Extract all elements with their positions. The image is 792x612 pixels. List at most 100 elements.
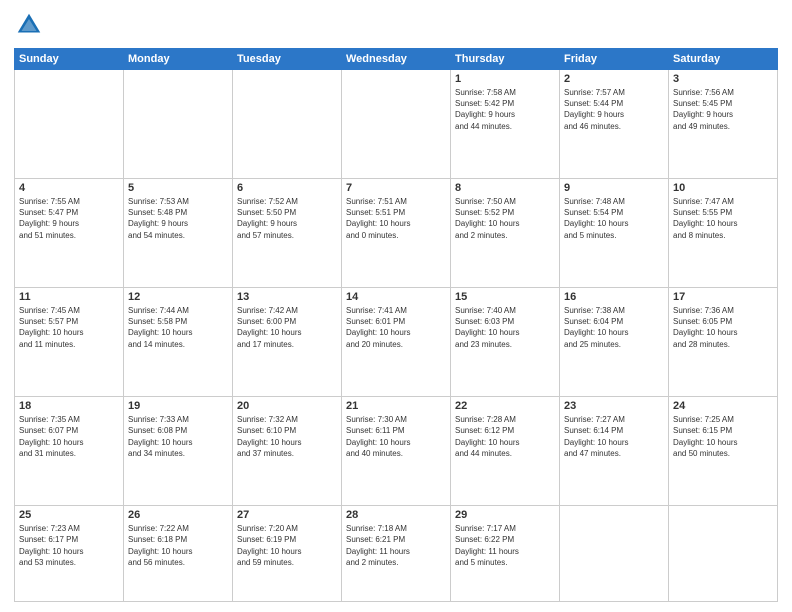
calendar-week-row: 25 Sunrise: 7:23 AM Sunset: 6:17 PM Dayli… — [15, 506, 778, 602]
day-number: 21 — [346, 400, 446, 412]
day-number: 12 — [128, 291, 228, 303]
day-info: Sunrise: 7:32 AM Sunset: 6:10 PM Dayligh… — [237, 414, 337, 459]
calendar-cell — [560, 506, 669, 602]
day-info: Sunrise: 7:20 AM Sunset: 6:19 PM Dayligh… — [237, 523, 337, 568]
logo — [14, 10, 48, 40]
calendar-week-row: 1Sunrise: 7:58 AM Sunset: 5:42 PM Daylig… — [15, 70, 778, 179]
calendar-cell: 7 Sunrise: 7:51 AM Sunset: 5:51 PM Daylig… — [342, 179, 451, 288]
calendar-cell: 15 Sunrise: 7:40 AM Sunset: 6:03 PM Dayli… — [451, 288, 560, 397]
day-number: 14 — [346, 291, 446, 303]
calendar-week-row: 4 Sunrise: 7:55 AM Sunset: 5:47 PM Daylig… — [15, 179, 778, 288]
day-info: Sunrise: 7:44 AM Sunset: 5:58 PM Dayligh… — [128, 305, 228, 350]
day-number: 15 — [455, 291, 555, 303]
calendar-header-wednesday: Wednesday — [342, 49, 451, 70]
calendar-cell: 20 Sunrise: 7:32 AM Sunset: 6:10 PM Dayli… — [233, 397, 342, 506]
day-info: Sunrise: 7:50 AM Sunset: 5:52 PM Dayligh… — [455, 196, 555, 241]
calendar-cell: 2Sunrise: 7:57 AM Sunset: 5:44 PM Daylig… — [560, 70, 669, 179]
day-number: 9 — [564, 182, 664, 194]
calendar-cell — [669, 506, 778, 602]
day-info: Sunrise: 7:52 AM Sunset: 5:50 PM Dayligh… — [237, 196, 337, 241]
day-number: 13 — [237, 291, 337, 303]
day-number: 6 — [237, 182, 337, 194]
day-info: Sunrise: 7:58 AM Sunset: 5:42 PM Dayligh… — [455, 87, 555, 132]
calendar-header-row: SundayMondayTuesdayWednesdayThursdayFrid… — [15, 49, 778, 70]
day-number: 23 — [564, 400, 664, 412]
calendar-header-friday: Friday — [560, 49, 669, 70]
day-number: 26 — [128, 509, 228, 521]
calendar-cell: 22 Sunrise: 7:28 AM Sunset: 6:12 PM Dayli… — [451, 397, 560, 506]
calendar-cell: 18 Sunrise: 7:35 AM Sunset: 6:07 PM Dayli… — [15, 397, 124, 506]
day-number: 3 — [673, 73, 773, 85]
day-number: 7 — [346, 182, 446, 194]
day-info: Sunrise: 7:51 AM Sunset: 5:51 PM Dayligh… — [346, 196, 446, 241]
day-number: 19 — [128, 400, 228, 412]
day-info: Sunrise: 7:38 AM Sunset: 6:04 PM Dayligh… — [564, 305, 664, 350]
day-number: 24 — [673, 400, 773, 412]
day-number: 18 — [19, 400, 119, 412]
day-info: Sunrise: 7:53 AM Sunset: 5:48 PM Dayligh… — [128, 196, 228, 241]
logo-icon — [14, 10, 44, 40]
day-info: Sunrise: 7:30 AM Sunset: 6:11 PM Dayligh… — [346, 414, 446, 459]
day-info: Sunrise: 7:35 AM Sunset: 6:07 PM Dayligh… — [19, 414, 119, 459]
day-number: 28 — [346, 509, 446, 521]
calendar-cell: 4 Sunrise: 7:55 AM Sunset: 5:47 PM Daylig… — [15, 179, 124, 288]
calendar-cell: 17 Sunrise: 7:36 AM Sunset: 6:05 PM Dayli… — [669, 288, 778, 397]
calendar-cell: 10 Sunrise: 7:47 AM Sunset: 5:55 PM Dayli… — [669, 179, 778, 288]
header — [14, 10, 778, 40]
calendar-header-saturday: Saturday — [669, 49, 778, 70]
calendar-cell: 28 Sunrise: 7:18 AM Sunset: 6:21 PM Dayli… — [342, 506, 451, 602]
day-info: Sunrise: 7:18 AM Sunset: 6:21 PM Dayligh… — [346, 523, 446, 568]
day-number: 11 — [19, 291, 119, 303]
calendar-cell — [124, 70, 233, 179]
day-number: 22 — [455, 400, 555, 412]
calendar-header-sunday: Sunday — [15, 49, 124, 70]
day-info: Sunrise: 7:27 AM Sunset: 6:14 PM Dayligh… — [564, 414, 664, 459]
day-info: Sunrise: 7:55 AM Sunset: 5:47 PM Dayligh… — [19, 196, 119, 241]
day-number: 8 — [455, 182, 555, 194]
calendar-cell — [233, 70, 342, 179]
day-info: Sunrise: 7:40 AM Sunset: 6:03 PM Dayligh… — [455, 305, 555, 350]
calendar-week-row: 11 Sunrise: 7:45 AM Sunset: 5:57 PM Dayli… — [15, 288, 778, 397]
calendar-cell: 3 Sunrise: 7:56 AM Sunset: 5:45 PM Daylig… — [669, 70, 778, 179]
day-info: Sunrise: 7:42 AM Sunset: 6:00 PM Dayligh… — [237, 305, 337, 350]
day-number: 29 — [455, 509, 555, 521]
calendar-header-thursday: Thursday — [451, 49, 560, 70]
day-info: Sunrise: 7:56 AM Sunset: 5:45 PM Dayligh… — [673, 87, 773, 132]
calendar-cell: 26 Sunrise: 7:22 AM Sunset: 6:18 PM Dayli… — [124, 506, 233, 602]
day-number: 2 — [564, 73, 664, 85]
calendar-cell: 1Sunrise: 7:58 AM Sunset: 5:42 PM Daylig… — [451, 70, 560, 179]
day-number: 17 — [673, 291, 773, 303]
calendar-cell: 21 Sunrise: 7:30 AM Sunset: 6:11 PM Dayli… — [342, 397, 451, 506]
calendar-cell: 12 Sunrise: 7:44 AM Sunset: 5:58 PM Dayli… — [124, 288, 233, 397]
calendar-cell: 5 Sunrise: 7:53 AM Sunset: 5:48 PM Daylig… — [124, 179, 233, 288]
calendar-cell: 25 Sunrise: 7:23 AM Sunset: 6:17 PM Dayli… — [15, 506, 124, 602]
day-number: 27 — [237, 509, 337, 521]
day-info: Sunrise: 7:22 AM Sunset: 6:18 PM Dayligh… — [128, 523, 228, 568]
day-info: Sunrise: 7:28 AM Sunset: 6:12 PM Dayligh… — [455, 414, 555, 459]
calendar-cell: 24 Sunrise: 7:25 AM Sunset: 6:15 PM Dayli… — [669, 397, 778, 506]
day-info: Sunrise: 7:41 AM Sunset: 6:01 PM Dayligh… — [346, 305, 446, 350]
day-info: Sunrise: 7:25 AM Sunset: 6:15 PM Dayligh… — [673, 414, 773, 459]
day-info: Sunrise: 7:47 AM Sunset: 5:55 PM Dayligh… — [673, 196, 773, 241]
calendar-cell: 11 Sunrise: 7:45 AM Sunset: 5:57 PM Dayli… — [15, 288, 124, 397]
calendar-cell — [342, 70, 451, 179]
calendar-cell: 27 Sunrise: 7:20 AM Sunset: 6:19 PM Dayli… — [233, 506, 342, 602]
day-number: 5 — [128, 182, 228, 194]
day-info: Sunrise: 7:36 AM Sunset: 6:05 PM Dayligh… — [673, 305, 773, 350]
day-info: Sunrise: 7:23 AM Sunset: 6:17 PM Dayligh… — [19, 523, 119, 568]
calendar-header-monday: Monday — [124, 49, 233, 70]
calendar-header-tuesday: Tuesday — [233, 49, 342, 70]
calendar-cell: 9Sunrise: 7:48 AM Sunset: 5:54 PM Daylig… — [560, 179, 669, 288]
day-number: 16 — [564, 291, 664, 303]
day-number: 10 — [673, 182, 773, 194]
page: SundayMondayTuesdayWednesdayThursdayFrid… — [0, 0, 792, 612]
calendar-cell: 14 Sunrise: 7:41 AM Sunset: 6:01 PM Dayli… — [342, 288, 451, 397]
day-info: Sunrise: 7:45 AM Sunset: 5:57 PM Dayligh… — [19, 305, 119, 350]
day-number: 25 — [19, 509, 119, 521]
calendar-cell: 19 Sunrise: 7:33 AM Sunset: 6:08 PM Dayli… — [124, 397, 233, 506]
calendar-cell: 8 Sunrise: 7:50 AM Sunset: 5:52 PM Daylig… — [451, 179, 560, 288]
day-number: 4 — [19, 182, 119, 194]
day-info: Sunrise: 7:33 AM Sunset: 6:08 PM Dayligh… — [128, 414, 228, 459]
day-number: 20 — [237, 400, 337, 412]
calendar-cell: 6 Sunrise: 7:52 AM Sunset: 5:50 PM Daylig… — [233, 179, 342, 288]
